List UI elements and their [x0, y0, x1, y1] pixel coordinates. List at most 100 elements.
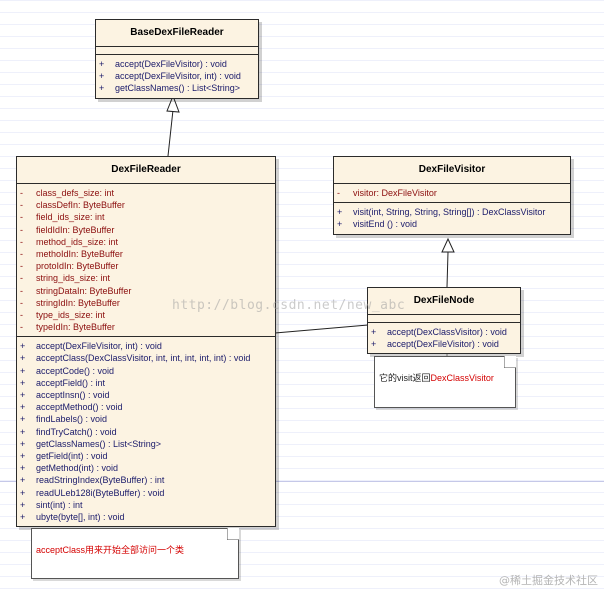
visibility-marker: +: [20, 463, 26, 474]
class-dex-file-reader[interactable]: DexFileReader - class_defs_size: int - clas…: [16, 156, 276, 528]
attribute-row[interactable]: - method_ids_size: int: [17, 236, 275, 248]
attribute-text: protoIdIn: ByteBuffer: [36, 261, 119, 272]
attributes-section: [96, 47, 258, 55]
brand-watermark: @稀土掘金技术社区: [499, 574, 598, 587]
visibility-marker: -: [20, 273, 23, 284]
watermark-url: http://blog.csdn.net/new_abc: [172, 298, 406, 313]
class-base-dex-file-reader[interactable]: BaseDexFileReader + accept(DexFileVisitor…: [95, 19, 259, 99]
attribute-text: visitor: DexFileVisitor: [353, 188, 437, 198]
class-name: DexFileReader: [17, 157, 275, 184]
attribute-row[interactable]: - stringDataIn: ByteBuffer: [17, 285, 275, 297]
attribute-row[interactable]: - typeIdIn: ByteBuffer: [17, 321, 275, 333]
operation-row[interactable]: + getClassNames() : List<String>: [17, 438, 275, 450]
operation-row[interactable]: + accept(DexFileVisitor, int) : void: [17, 340, 275, 352]
operation-text: findLabels() : void: [36, 414, 108, 425]
attribute-row[interactable]: - protoIdIn: ByteBuffer: [17, 260, 275, 272]
operation-text: acceptField() : int: [36, 377, 106, 388]
attribute-text: methoIdIn: ByteBuffer: [36, 248, 123, 259]
operation-row[interactable]: + acceptClass(DexClassVisitor, int, int, …: [17, 352, 275, 364]
visibility-marker: +: [20, 365, 26, 376]
visibility-marker: +: [20, 450, 26, 461]
class-dex-file-visitor[interactable]: DexFileVisitor - visitor: DexFileVisitor …: [333, 156, 571, 235]
attribute-row[interactable]: - visitor: DexFileVisitor: [334, 187, 570, 199]
visibility-marker: -: [20, 200, 23, 211]
note-visitor-returns[interactable]: 它的visit返回DexClassVisitor: [374, 356, 516, 408]
operation-text: readStringIndex(ByteBuffer) : int: [36, 475, 165, 486]
visibility-marker: -: [20, 297, 23, 308]
visibility-marker: +: [20, 402, 26, 413]
operation-row[interactable]: + accept(DexClassVisitor) : void: [368, 326, 520, 338]
visibility-marker: +: [99, 59, 105, 69]
visibility-marker: +: [20, 390, 26, 400]
visibility-marker: -: [20, 212, 23, 223]
attribute-row[interactable]: - string_ids_size: int: [17, 272, 275, 284]
note-prefix: 它的visit返回: [379, 373, 431, 383]
visibility-marker: -: [20, 248, 23, 259]
attribute-text: field_ids_size: int: [36, 212, 105, 223]
operation-text: accept(DexClassVisitor) : void: [387, 327, 507, 337]
operation-row[interactable]: + acceptMethod() : void: [17, 401, 275, 413]
operation-row[interactable]: + visit(int, String, String, String[]) : …: [334, 206, 570, 218]
operation-row[interactable]: + sint(int) : int: [17, 499, 275, 511]
attributes-section: - visitor: DexFileVisitor: [334, 184, 570, 204]
visibility-marker: +: [337, 219, 343, 230]
operation-row[interactable]: + acceptCode() : void: [17, 365, 275, 377]
operation-text: findTryCatch() : void: [36, 426, 117, 437]
note-text: 它的visit返回DexClassVisitor: [379, 371, 494, 384]
operation-text: accept(DexFileVisitor) : void: [387, 339, 499, 350]
inherit-line-reader: [167, 109, 174, 157]
operation-row[interactable]: + accept(DexFileVisitor) : void: [96, 58, 258, 70]
operation-text: acceptInsn() : void: [36, 390, 110, 400]
operation-text: acceptClass(DexClassVisitor, int, int, i…: [36, 353, 251, 364]
attribute-row[interactable]: - classDefIn: ByteBuffer: [17, 199, 275, 211]
operation-row[interactable]: + getField(int) : void: [17, 450, 275, 462]
operation-text: accept(DexFileVisitor) : void: [115, 59, 227, 69]
operation-row[interactable]: + accept(DexFileVisitor, int) : void: [96, 70, 258, 82]
attribute-text: type_ids_size: int: [36, 309, 106, 320]
visibility-marker: +: [20, 341, 26, 352]
visibility-marker: +: [20, 438, 26, 449]
visibility-marker: +: [20, 511, 26, 522]
visibility-marker: +: [20, 487, 26, 498]
visibility-marker: +: [20, 499, 26, 510]
note-text: acceptClass用来开始全部访问一个类: [36, 545, 185, 555]
attributes-section: - class_defs_size: int - classDefIn: ByteBu…: [17, 184, 275, 338]
operation-row[interactable]: + acceptField() : int: [17, 377, 275, 389]
attribute-text: class_defs_size: int: [36, 188, 115, 198]
operation-row[interactable]: + getClassNames() : List<String>: [96, 82, 258, 94]
attribute-text: stringDataIn: ByteBuffer: [36, 285, 132, 296]
note-accept-class[interactable]: acceptClass用来开始全部访问一个类: [31, 528, 239, 579]
visibility-marker: -: [20, 224, 23, 235]
visibility-marker: +: [20, 475, 26, 486]
operation-row[interactable]: + getMethod(int) : void: [17, 462, 275, 474]
visibility-marker: +: [99, 83, 105, 94]
operation-row[interactable]: + accept(DexFileVisitor) : void: [368, 338, 520, 350]
visibility-marker: +: [20, 426, 26, 437]
attribute-row[interactable]: - field_ids_size: int: [17, 211, 275, 223]
operation-text: visitEnd () : void: [353, 219, 418, 230]
operation-row[interactable]: + visitEnd () : void: [334, 218, 570, 230]
visibility-marker: -: [20, 285, 23, 296]
operation-row[interactable]: + findTryCatch() : void: [17, 426, 275, 438]
operation-row[interactable]: + findLabels() : void: [17, 413, 275, 425]
attribute-text: method_ids_size: int: [36, 236, 119, 247]
attribute-row[interactable]: - class_defs_size: int: [17, 187, 275, 199]
operation-row[interactable]: + ubyte(byte[], int) : void: [17, 511, 275, 523]
operation-row[interactable]: + readStringIndex(ByteBuffer) : int: [17, 474, 275, 486]
attribute-row[interactable]: - fieldIdIn: ByteBuffer: [17, 224, 275, 236]
operation-row[interactable]: + acceptInsn() : void: [17, 389, 275, 401]
operation-text: getClassNames() : List<String>: [36, 438, 162, 449]
visibility-marker: +: [371, 327, 377, 337]
visibility-marker: +: [20, 414, 26, 425]
visibility-marker: +: [371, 339, 377, 350]
operation-text: getField(int) : void: [36, 450, 108, 461]
attribute-text: typeIdIn: ByteBuffer: [36, 322, 115, 333]
operation-text: visit(int, String, String, String[]) : D…: [353, 207, 546, 218]
note-fold-icon: [504, 356, 516, 368]
visibility-marker: -: [20, 322, 23, 333]
operation-text: acceptCode() : void: [36, 365, 115, 376]
operation-text: accept(DexFileVisitor, int) : void: [115, 71, 241, 82]
operation-row[interactable]: + readULeb128i(ByteBuffer) : void: [17, 487, 275, 499]
attributes-section: [368, 315, 520, 323]
attribute-row[interactable]: - methoIdIn: ByteBuffer: [17, 248, 275, 260]
